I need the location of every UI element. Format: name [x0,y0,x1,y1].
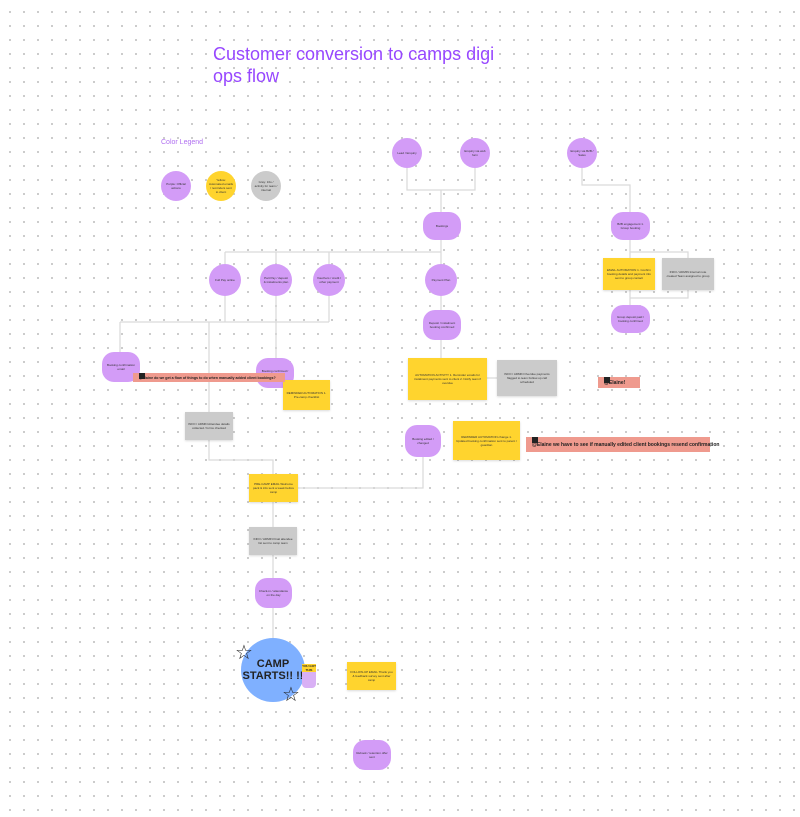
star-doodle-icon: ☆ [235,642,253,664]
legend-gray: Gray: Info / activity for team / interna… [251,171,281,201]
node-lead-enquiry[interactable]: Lead / Enquiry [392,138,422,168]
legend-purple: Purple: Official actions [161,171,191,201]
node-web-enquiry[interactable]: Enquiry via web form [460,138,490,168]
note-precamp-email[interactable]: PRE-CAMP EMAIL Welcome pack & info sent … [249,474,298,502]
comment-elaine-2[interactable]: @Elaine! [598,377,640,388]
note-plan-info[interactable]: INFO / ADMIN Overdue payments flagged to… [497,360,557,396]
note-change-automation[interactable]: REMINDER AUTOMATION change 1. Updated bo… [453,421,520,460]
note-b2b-automation[interactable]: EMAIL AUTOMATION 1. Confirm booking deta… [603,258,655,290]
node-vouchers[interactable]: Vouchers / credit / other payment [313,264,345,296]
note-b2b-info[interactable]: INFO / ADMIN Internal note created Team … [662,258,714,290]
node-b2b-enquiry[interactable]: Enquiry via B2B / Sales [567,138,597,168]
node-payment-plan[interactable]: Payment Plan [425,264,457,296]
node-retention[interactable]: Rebook / retention offer sent [353,740,391,770]
connectors [119,168,689,638]
node-full-pay[interactable]: Full Pay online [209,264,241,296]
legend-yellow: Yellow: Automated emails / reminders sen… [206,171,236,201]
node-plan-step[interactable]: Deposit / instalment booking confirmed [423,310,461,340]
sticker: YOU GOT THIS [302,664,316,688]
node-booking-edited[interactable]: Booking edited / changed [405,425,441,457]
page-title: Customer conversion to camps digi ops fl… [213,44,495,86]
note-final-list[interactable]: INFO / ADMIN Final attendee list sent to… [249,527,297,555]
comment-elaine-1[interactable]: @Elaine do we get a flow of things to do… [133,373,285,382]
color-legend-title: Color Legend [161,139,204,146]
node-b2b-step[interactable]: B2B engagement 1. Group booking [611,212,650,240]
note-plan-automation[interactable]: AUTOMATION ACTIVITY 1. Reminder emails f… [408,358,487,400]
node-checkin[interactable]: Check-in / attendance on the day [255,578,292,608]
star-doodle-icon: ☆ [282,684,300,706]
node-part-pay[interactable]: Part Pay / deposit & instalments plan [260,264,292,296]
note-reminder-automation[interactable]: REMINDER AUTOMATION 1. Pre-camp checklis… [283,380,330,410]
node-b2b-final[interactable]: Group deposit paid / booking confirmed [611,305,650,333]
note-attendee-info[interactable]: INFO / ADMIN Attendee details collected … [185,412,233,440]
node-bookings[interactable]: Bookings [423,212,461,240]
note-followup-email[interactable]: FOLLOW-UP EMAIL Thank you & feedback sur… [347,662,396,690]
comment-elaine-3[interactable]: @Elaine we have to see if manually edite… [526,437,719,452]
